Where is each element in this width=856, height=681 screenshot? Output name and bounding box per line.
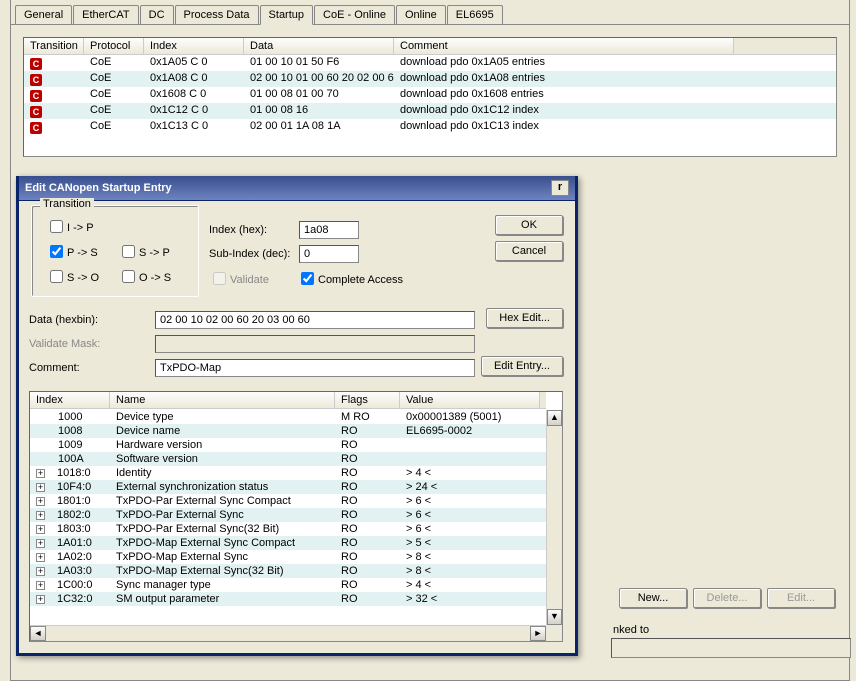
expand-icon[interactable]: +	[36, 595, 45, 604]
linked-to-label: nked to	[613, 624, 649, 636]
tab-el6695[interactable]: EL6695	[447, 5, 503, 25]
subindex-label: Sub-Index (dec):	[209, 248, 299, 260]
tab-coe-online[interactable]: CoE - Online	[314, 5, 395, 25]
comment-input[interactable]	[155, 359, 475, 377]
table-row[interactable]: CCoE0x1608 C 001 00 08 01 00 70download …	[24, 87, 836, 103]
startup-header-cell[interactable]: Transition	[24, 38, 84, 54]
transition-groupbox-title: Transition	[40, 198, 94, 210]
validate-mask-label: Validate Mask:	[29, 338, 155, 350]
table-row[interactable]: +1803:0TxPDO-Par External Sync(32 Bit)RO…	[30, 522, 546, 536]
startup-header-cell[interactable]: Index	[144, 38, 244, 54]
trans-os[interactable]: O -> S	[112, 264, 184, 289]
expand-icon[interactable]: +	[36, 539, 45, 548]
linked-to-field	[611, 638, 851, 658]
table-row[interactable]: +1802:0TxPDO-Par External SyncRO> 6 <	[30, 508, 546, 522]
table-row[interactable]: +1A02:0TxPDO-Map External SyncRO> 8 <	[30, 550, 546, 564]
dialog-title: Edit CANopen Startup Entry	[25, 182, 172, 194]
table-row[interactable]: +1801:0TxPDO-Par External Sync CompactRO…	[30, 494, 546, 508]
table-row[interactable]: 1008Device nameROEL6695-0002	[30, 424, 546, 438]
table-row[interactable]: 1009Hardware versionRO	[30, 438, 546, 452]
expand-icon[interactable]: +	[36, 581, 45, 590]
startup-header-cell[interactable]: Comment	[394, 38, 734, 54]
expand-icon[interactable]: +	[36, 567, 45, 576]
object-dictionary-listview[interactable]: IndexNameFlagsValue 1000Device typeM RO0…	[29, 391, 563, 642]
index-input[interactable]	[299, 221, 359, 239]
expand-icon[interactable]: +	[36, 483, 45, 492]
cancel-button[interactable]: Cancel	[495, 241, 563, 261]
tab-dc[interactable]: DC	[140, 5, 174, 25]
trans-so[interactable]: S -> O	[40, 264, 112, 289]
tab-ethercat[interactable]: EtherCAT	[73, 5, 138, 25]
tab-general[interactable]: General	[15, 5, 72, 25]
c-icon: C	[30, 74, 42, 86]
table-row[interactable]: +1C00:0Sync manager typeRO> 4 <	[30, 578, 546, 592]
c-icon: C	[30, 122, 42, 134]
index-label: Index (hex):	[209, 224, 299, 236]
scroll-right-icon[interactable]: ►	[530, 626, 546, 641]
table-row[interactable]: CCoE0x1A05 C 001 00 10 01 50 F6download …	[24, 55, 836, 71]
obj-header-cell[interactable]: Name	[110, 392, 335, 408]
horizontal-scrollbar[interactable]: ◄ ►	[30, 625, 546, 641]
expand-icon[interactable]: +	[36, 511, 45, 520]
tab-process-data[interactable]: Process Data	[175, 5, 259, 25]
transition-groupbox: Transition I -> P P -> S S -> P S -> O O…	[31, 205, 199, 297]
table-row[interactable]: CCoE0x1C12 C 001 00 08 16download pdo 0x…	[24, 103, 836, 119]
c-icon: C	[30, 90, 42, 102]
validate-checkbox: Validate	[209, 269, 297, 288]
trans-sp[interactable]: S -> P	[112, 239, 184, 264]
subindex-input[interactable]	[299, 245, 359, 263]
table-row[interactable]: 1000Device typeM RO0x00001389 (5001)	[30, 410, 546, 424]
close-icon[interactable]: r	[551, 180, 569, 196]
data-label: Data (hexbin):	[29, 314, 155, 326]
vertical-scrollbar[interactable]: ▲ ▼	[546, 410, 562, 625]
table-row[interactable]: +10F4:0External synchronization statusRO…	[30, 480, 546, 494]
data-input[interactable]	[155, 311, 475, 329]
edit-canopen-dialog: Edit CANopen Startup Entry r Transition …	[16, 176, 578, 656]
table-row[interactable]: +1A01:0TxPDO-Map External Sync CompactRO…	[30, 536, 546, 550]
tab-bar: GeneralEtherCATDCProcess DataStartupCoE …	[11, 0, 849, 25]
edit-entry-button[interactable]: Edit Entry...	[481, 356, 563, 376]
startup-header-cell[interactable]: Protocol	[84, 38, 144, 54]
table-row[interactable]: +1A03:0TxPDO-Map External Sync(32 Bit)RO…	[30, 564, 546, 578]
new-button[interactable]: New...	[619, 588, 687, 608]
obj-header-cell[interactable]: Flags	[335, 392, 400, 408]
expand-icon[interactable]: +	[36, 469, 45, 478]
c-icon: C	[30, 106, 42, 118]
table-row[interactable]: CCoE0x1A08 C 002 00 10 01 00 60 20 02 00…	[24, 71, 836, 87]
scroll-down-icon[interactable]: ▼	[547, 609, 562, 625]
trans-ps[interactable]: P -> S	[40, 239, 112, 264]
table-row[interactable]: +1018:0IdentityRO> 4 <	[30, 466, 546, 480]
startup-header-cell[interactable]: Data	[244, 38, 394, 54]
tab-startup[interactable]: Startup	[260, 5, 313, 25]
obj-header-cell[interactable]: Index	[30, 392, 110, 408]
validate-mask-input	[155, 335, 475, 353]
complete-access-checkbox[interactable]: Complete Access	[297, 269, 403, 288]
scroll-up-icon[interactable]: ▲	[547, 410, 562, 426]
c-icon: C	[30, 58, 42, 70]
hex-edit-button[interactable]: Hex Edit...	[486, 308, 563, 328]
delete-button[interactable]: Delete...	[693, 588, 761, 608]
obj-header-cell[interactable]: Value	[400, 392, 540, 408]
scroll-left-icon[interactable]: ◄	[30, 626, 46, 641]
edit-button[interactable]: Edit...	[767, 588, 835, 608]
dialog-titlebar: Edit CANopen Startup Entry r	[19, 176, 575, 201]
trans-ip[interactable]: I -> P	[40, 214, 112, 239]
tab-online[interactable]: Online	[396, 5, 446, 25]
expand-icon[interactable]: +	[36, 553, 45, 562]
expand-icon[interactable]: +	[36, 525, 45, 534]
ok-button[interactable]: OK	[495, 215, 563, 235]
startup-listview[interactable]: TransitionProtocolIndexDataComment CCoE0…	[23, 37, 837, 157]
expand-icon[interactable]: +	[36, 497, 45, 506]
table-row[interactable]: +1C32:0SM output parameterRO> 32 <	[30, 592, 546, 606]
table-row[interactable]: CCoE0x1C13 C 002 00 01 1A 08 1Adownload …	[24, 119, 836, 135]
comment-label: Comment:	[29, 362, 155, 374]
table-row[interactable]: 100ASoftware versionRO	[30, 452, 546, 466]
